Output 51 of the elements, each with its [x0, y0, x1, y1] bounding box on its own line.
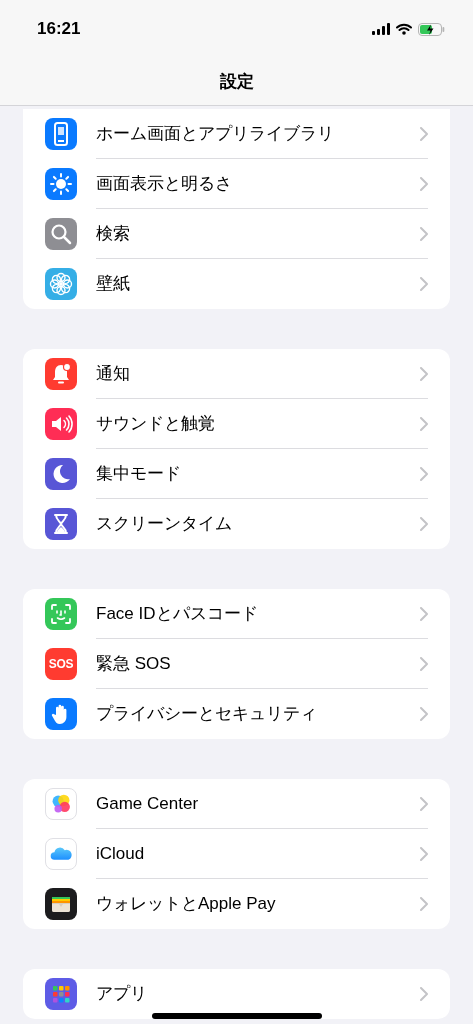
navigation-title: 設定: [219, 70, 254, 93]
row-label: 検索: [96, 222, 131, 245]
row-label: サウンドと触覚: [96, 412, 216, 435]
settings-row[interactable]: ホーム画面とアプリライブラリ: [23, 109, 450, 159]
chevron-icon: [420, 987, 428, 1001]
row-label: 壁紙: [96, 273, 131, 296]
chevron-icon: [420, 656, 428, 671]
chevron-icon: [420, 466, 428, 481]
row-label: スクリーンタイム: [96, 513, 233, 536]
wifi-icon: [396, 23, 412, 35]
row-label: ウォレットとApple Pay: [96, 893, 277, 916]
chevron-icon: [420, 226, 428, 241]
settings-row[interactable]: プライバシーとセキュリティ: [23, 689, 450, 739]
settings-row[interactable]: 検索: [23, 209, 450, 259]
chevron-icon: [420, 176, 428, 191]
settings-row[interactable]: アプリ: [23, 969, 450, 1019]
chevron-icon: [420, 606, 428, 621]
row-label: iCloud: [96, 842, 146, 865]
chevron-icon: [420, 707, 428, 721]
battery-charging-icon: [418, 22, 445, 36]
settings-row[interactable]: 画面表示と明るさ: [23, 159, 450, 209]
chevron-icon: [420, 416, 428, 431]
settings-row[interactable]: Game Center: [23, 779, 450, 829]
signal-icon: [372, 23, 390, 35]
status-time: 16:21: [37, 18, 81, 41]
chevron-icon: [420, 366, 428, 381]
settings-row[interactable]: Face IDとパスコード: [23, 589, 450, 639]
chevron-icon: [420, 796, 428, 811]
row-label: 通知: [96, 362, 131, 385]
settings-row[interactable]: 壁紙: [23, 259, 450, 309]
settings-row[interactable]: iCloud: [23, 829, 450, 879]
settings-row[interactable]: サウンドと触覚: [23, 399, 450, 449]
chevron-icon: [420, 126, 428, 141]
row-label: 緊急 SOS: [96, 652, 172, 675]
chevron-icon: [420, 897, 428, 911]
row-label: ホーム画面とアプリライブラリ: [96, 122, 335, 145]
settings-row[interactable]: スクリーンタイム: [23, 499, 450, 549]
row-label: 集中モード: [96, 462, 182, 485]
chevron-icon: [420, 277, 428, 291]
settings-row[interactable]: 通知: [23, 349, 450, 399]
row-label: アプリ: [96, 983, 148, 1006]
settings-row[interactable]: ウォレットとApple Pay: [23, 879, 450, 929]
sos-icon-label: SOS: [48, 658, 74, 670]
row-label: Game Center: [96, 792, 200, 815]
settings-row[interactable]: 集中モード: [23, 449, 450, 499]
settings-row[interactable]: SOS 緊急 SOS: [23, 639, 450, 689]
chevron-icon: [420, 517, 428, 531]
row-label: Face IDとパスコード: [96, 602, 259, 625]
row-label: プライバシーとセキュリティ: [96, 703, 318, 726]
chevron-icon: [420, 846, 428, 861]
row-label: 画面表示と明るさ: [96, 172, 233, 195]
